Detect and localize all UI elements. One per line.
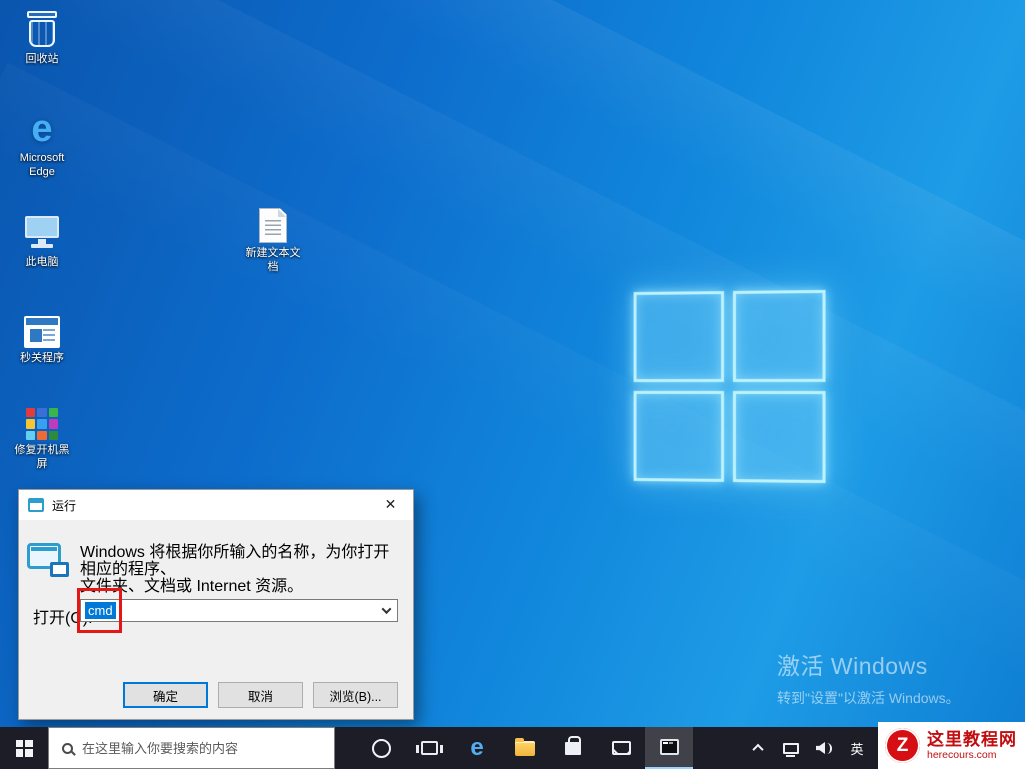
activation-line2: 转到"设置"以激活 Windows。 — [777, 688, 960, 708]
run-dialog-titlebar[interactable]: 运行 ✕ — [19, 490, 413, 520]
speaker-icon — [816, 742, 832, 754]
browse-button[interactable]: 浏览(B)... — [313, 682, 398, 708]
run-dialog-title: 运行 — [52, 497, 76, 514]
site-url: herecours.com — [927, 749, 1017, 761]
windows-start-icon — [16, 740, 33, 757]
edge-icon: e — [31, 108, 52, 148]
mail-button[interactable] — [597, 727, 645, 769]
description-line2: 文件夹、文档或 Internet 资源。 — [80, 578, 390, 595]
chevron-up-icon — [752, 744, 763, 755]
edge-taskbar-button[interactable]: e — [453, 727, 501, 769]
close-icon[interactable]: ✕ — [368, 490, 413, 519]
run-program-icon — [27, 543, 69, 577]
edge-icon: e — [470, 736, 483, 760]
activation-line1: 激活 Windows — [777, 647, 960, 681]
taskbar-search-box[interactable] — [48, 727, 335, 769]
cortana-button[interactable] — [357, 727, 405, 769]
run-command-combobox[interactable]: cmd — [80, 599, 398, 622]
run-dialog-buttons: 确定 取消 浏览(B)... — [19, 682, 398, 708]
app-window-icon — [24, 308, 60, 348]
show-hidden-icons-button[interactable] — [745, 727, 771, 769]
chevron-down-icon — [382, 604, 392, 614]
desktop-icon-label: 此电脑 — [26, 256, 59, 270]
mosaic-icon — [26, 400, 58, 440]
search-icon — [62, 743, 73, 754]
file-explorer-button[interactable] — [501, 727, 549, 769]
activation-watermark: 激活 Windows 转到"设置"以激活 Windows。 — [777, 647, 960, 708]
search-input[interactable] — [82, 741, 312, 756]
site-name: 这里教程网 — [927, 730, 1017, 750]
light-ray — [0, 0, 1025, 547]
desktop-icon-recycle-bin[interactable]: 回收站 — [10, 9, 74, 67]
task-view-icon — [421, 741, 438, 755]
computer-icon — [23, 212, 61, 252]
command-prompt-button[interactable] — [645, 727, 693, 769]
text-document-icon — [259, 203, 287, 243]
desktop-icon-label: 修复开机黑屏 — [10, 444, 74, 472]
site-logo-icon: Z — [885, 728, 920, 763]
cancel-button[interactable]: 取消 — [218, 682, 303, 708]
network-button[interactable] — [778, 727, 804, 769]
task-view-button[interactable] — [405, 727, 453, 769]
recycle-bin-icon — [25, 9, 59, 49]
site-branding-text: 这里教程网 herecours.com — [927, 730, 1017, 762]
run-command-value[interactable]: cmd — [85, 602, 116, 619]
desktop-icon-label: 秒关程序 — [20, 352, 64, 366]
run-dialog-icon — [28, 498, 44, 512]
desktop-icon-new-text-document[interactable]: 新建文本文档 — [241, 203, 305, 275]
run-dialog-description: Windows 将根据你所输入的名称，为你打开相应的程序、 文件夹、文档或 In… — [80, 544, 390, 595]
command-prompt-icon — [660, 739, 679, 755]
desktop-icon-label: 新建文本文档 — [241, 247, 305, 275]
volume-button[interactable] — [811, 727, 837, 769]
ime-indicator: 英 — [844, 739, 870, 758]
desktop-icon-microsoft-edge[interactable]: e Microsoft Edge — [10, 108, 74, 180]
store-bag-icon — [565, 742, 581, 755]
desktop-icon-this-pc[interactable]: 此电脑 — [10, 212, 74, 270]
system-tray: 英 — [745, 727, 870, 769]
taskbar: e 英 — [0, 727, 1025, 769]
desktop-icon-label: Microsoft Edge — [10, 152, 74, 180]
description-line1: Windows 将根据你所输入的名称，为你打开相应的程序、 — [80, 544, 390, 578]
desktop-icon-fix-black-screen[interactable]: 修复开机黑屏 — [10, 400, 74, 472]
folder-icon — [515, 741, 535, 756]
windows-wallpaper-logo — [634, 290, 826, 483]
microsoft-store-button[interactable] — [549, 727, 597, 769]
network-icon — [783, 743, 799, 754]
ime-language-button[interactable]: 英 — [844, 727, 870, 769]
cortana-icon — [372, 739, 391, 758]
start-button[interactable] — [0, 727, 48, 769]
desktop-icon-label: 回收站 — [26, 53, 59, 67]
desktop-icon-quick-close-app[interactable]: 秒关程序 — [10, 308, 74, 366]
ok-button[interactable]: 确定 — [123, 682, 208, 708]
mail-envelope-icon — [612, 741, 631, 755]
combobox-dropdown-button[interactable] — [377, 601, 396, 620]
taskbar-app-icons: e — [357, 727, 693, 769]
site-branding-badge: Z 这里教程网 herecours.com — [878, 722, 1025, 769]
